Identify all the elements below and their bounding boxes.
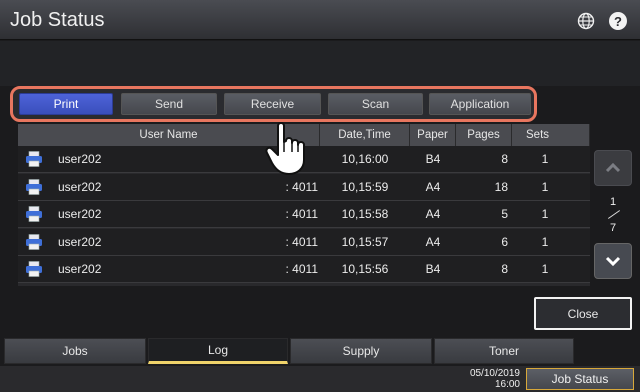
filter-print-button[interactable]: Print (19, 93, 113, 115)
column-header-pages: Pages (456, 124, 512, 146)
cell-pages: 6 (501, 234, 508, 249)
cell-port: : 4011 (285, 179, 318, 194)
cell-paper: A4 (425, 179, 441, 194)
filter-receive-button[interactable]: Receive (224, 93, 321, 115)
printer-icon (24, 146, 44, 172)
cell-pages: 8 (501, 262, 508, 276)
top-spacer (0, 41, 640, 86)
cell-sets: 1 (541, 152, 549, 166)
filter-send-button[interactable]: Send (121, 93, 217, 115)
printer-icon (24, 174, 44, 200)
cell-date-time: 10,15:59 (341, 179, 389, 194)
page-total: 7 (609, 222, 617, 234)
cell-user-name: user202 (58, 179, 102, 194)
column-header-paper: Paper (410, 124, 456, 146)
filter-application-button[interactable]: Application (429, 93, 531, 115)
chevron-up-icon (605, 163, 621, 173)
job-status-button[interactable]: Job Status (526, 368, 634, 390)
tab-supply[interactable]: Supply (290, 338, 432, 364)
cell-sets: 1 (541, 234, 549, 249)
page-current: 1 (609, 196, 617, 208)
cell-paper: A4 (425, 234, 441, 249)
cell-port: : 4011 (285, 207, 318, 221)
filter-scan-button[interactable]: Scan (328, 93, 423, 115)
cell-port: : 4011 (285, 262, 318, 276)
cell-user-name: user202 (58, 207, 102, 221)
scroll-up-button[interactable] (594, 150, 632, 186)
cell-paper: B4 (425, 152, 441, 166)
page-scroller: 1 7 (594, 150, 632, 280)
column-header-sets: Sets (512, 124, 590, 146)
cell-user-name: user202 (58, 262, 102, 276)
globe-icon[interactable] (577, 12, 595, 30)
status-date: 05/10/2019 (469, 368, 520, 379)
table-row[interactable]: user202 : 4011 10,15:58 A4 5 1 (18, 201, 590, 228)
scroll-down-button[interactable] (594, 243, 632, 279)
printer-icon (24, 201, 44, 227)
status-bar: 05/10/2019 16:00 Job Status (0, 366, 640, 392)
status-datetime: 05/10/2019 16:00 (462, 368, 520, 390)
title-bar: Job Status ? (0, 0, 640, 40)
cell-date-time: 10,15:57 (341, 234, 389, 249)
cell-sets: 1 (541, 179, 549, 194)
cell-sets: 1 (541, 207, 549, 221)
page-separator (607, 210, 621, 219)
cell-paper: B4 (425, 262, 441, 276)
pointer-hand-icon (265, 122, 305, 175)
tab-bar: Jobs Log Supply Toner (0, 336, 640, 366)
table-row[interactable]: user202 : 4011 10,15:57 A4 6 1 (18, 228, 590, 256)
close-button[interactable]: Close (534, 297, 632, 330)
cell-pages: 8 (501, 152, 508, 166)
table-row[interactable]: user202 : 4011 10,15:56 B4 8 1 (18, 256, 590, 283)
help-icon[interactable]: ? (609, 12, 627, 30)
cell-date-time: 10,15:58 (341, 207, 389, 221)
column-header-date-time: Date,Time (320, 124, 410, 146)
chevron-down-icon (605, 256, 621, 266)
status-time: 16:00 (494, 379, 520, 390)
cell-paper: A4 (425, 207, 441, 221)
job-type-filter: Print Send Receive Scan Application (10, 86, 537, 122)
printer-icon (24, 256, 44, 282)
tab-toner[interactable]: Toner (434, 338, 574, 364)
cell-date-time: 10,16:00 (341, 152, 389, 166)
cell-pages: 18 (494, 179, 508, 194)
cell-date-time: 10,15:56 (341, 262, 389, 276)
cell-port: : 4011 (285, 234, 318, 249)
table-row[interactable]: user202 : 4011 10,15:59 A4 18 1 (18, 173, 590, 201)
page-indicator: 1 7 (594, 194, 632, 238)
cell-user-name: user202 (58, 152, 102, 166)
tab-log[interactable]: Log (148, 338, 288, 364)
tab-jobs[interactable]: Jobs (4, 338, 146, 364)
page-title: Job Status (10, 9, 105, 31)
printer-icon (24, 229, 44, 255)
cell-pages: 5 (501, 207, 508, 221)
cell-sets: 1 (541, 262, 549, 276)
cell-user-name: user202 (58, 234, 102, 249)
